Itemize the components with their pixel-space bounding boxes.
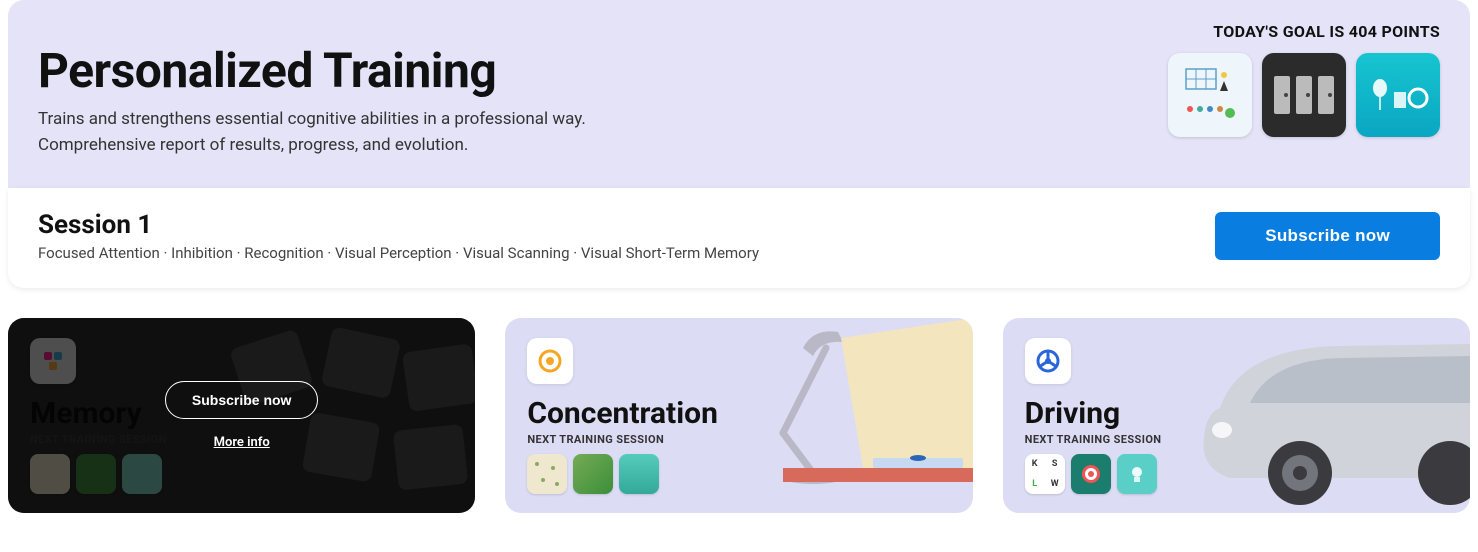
hero-banner: Personalized Training Trains and strengt… (8, 0, 1470, 188)
goal-thumbnails (1168, 53, 1440, 137)
goal-game-thumb-3[interactable] (1356, 53, 1440, 137)
concentration-title: Concentration (527, 396, 950, 431)
grid-game-icon (1180, 65, 1240, 125)
hero-subtitle-line2: Comprehensive report of results, progres… (38, 135, 468, 155)
session-bar: Session 1 Focused Attention · Inhibition… (8, 188, 1470, 288)
memory-overlay: Subscribe now More info (8, 318, 475, 513)
hero-title: Personalized Training (38, 42, 1168, 99)
driving-mini-2 (1071, 454, 1111, 494)
driving-next-label: NEXT TRAINING SESSION (1025, 433, 1448, 446)
hero-text-block: Personalized Training Trains and strengt… (38, 22, 1168, 158)
session-info: Session 1 Focused Attention · Inhibition… (38, 210, 759, 262)
driving-card[interactable]: Driving NEXT TRAINING SESSION KSLW (1003, 318, 1470, 513)
driving-title: Driving (1025, 396, 1448, 431)
subscribe-now-button[interactable]: Subscribe now (1215, 212, 1440, 260)
hero-subtitle: Trains and strengthens essential cogniti… (38, 107, 738, 158)
training-cards-row: Memory NEXT TRAINING SESSION Subscribe n… (8, 318, 1470, 513)
driving-mini-1: KSLW (1025, 454, 1065, 494)
memory-more-info-link[interactable]: More info (214, 435, 270, 450)
goal-label: TODAY'S GOAL IS 404 POINTS (1168, 22, 1440, 41)
concentration-mini-2 (573, 454, 613, 494)
hero-goal-block: TODAY'S GOAL IS 404 POINTS (1168, 22, 1440, 137)
doors-game-icon (1272, 70, 1336, 120)
balloon-cup-icon (1366, 70, 1430, 120)
target-icon (537, 348, 563, 374)
goal-game-thumb-1[interactable] (1168, 53, 1252, 137)
session-tags: Focused Attention · Inhibition · Recogni… (38, 244, 759, 262)
hero-subtitle-line1: Trains and strengthens essential cogniti… (38, 109, 586, 129)
driving-icon (1025, 338, 1071, 384)
steering-wheel-icon (1035, 348, 1061, 374)
memory-card[interactable]: Memory NEXT TRAINING SESSION Subscribe n… (8, 318, 475, 513)
concentration-next-label: NEXT TRAINING SESSION (527, 433, 950, 446)
goal-game-thumb-2[interactable] (1262, 53, 1346, 137)
concentration-mini-thumbs (527, 454, 950, 494)
memory-subscribe-button[interactable]: Subscribe now (165, 381, 319, 419)
driving-mini-3 (1117, 454, 1157, 494)
concentration-icon (527, 338, 573, 384)
concentration-card[interactable]: Concentration NEXT TRAINING SESSION (505, 318, 972, 513)
driving-mini-thumbs: KSLW (1025, 454, 1448, 494)
session-title: Session 1 (38, 210, 759, 240)
concentration-mini-3 (619, 454, 659, 494)
concentration-mini-1 (527, 454, 567, 494)
